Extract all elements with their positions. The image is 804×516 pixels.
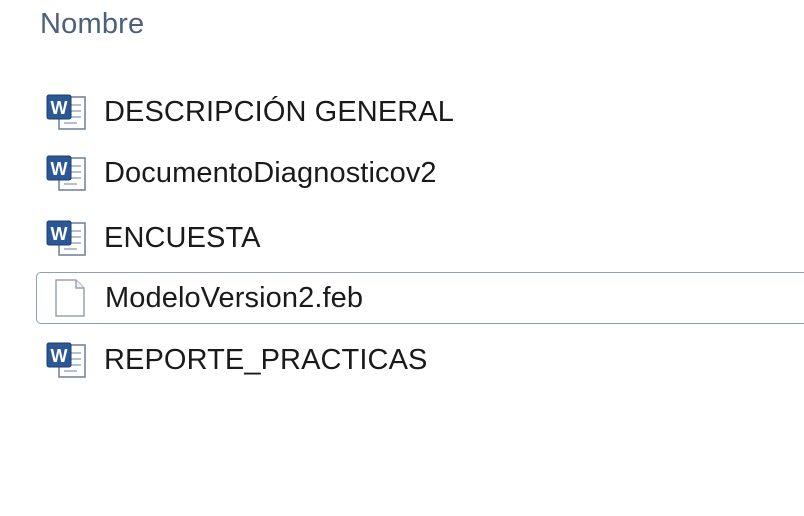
file-row[interactable]: W ENCUESTA (36, 212, 804, 264)
file-row[interactable]: W REPORTE_PRACTICAS (36, 334, 804, 386)
file-name: DocumentoDiagnosticov2 (104, 156, 437, 189)
svg-text:W: W (51, 346, 68, 366)
word-document-icon: W (42, 92, 92, 132)
column-header-label: Nombre (40, 7, 145, 40)
word-document-icon: W (42, 218, 92, 258)
svg-text:W: W (51, 224, 68, 244)
generic-file-icon (43, 278, 93, 318)
svg-text:W: W (51, 159, 68, 179)
file-row-selected[interactable]: ModeloVersion2.feb (36, 272, 804, 324)
file-row[interactable]: W DESCRIPCIÓN GENERAL (36, 86, 804, 138)
word-document-icon: W (42, 153, 92, 193)
column-header-name[interactable]: Nombre (40, 4, 804, 44)
svg-text:W: W (51, 98, 68, 118)
file-name: DESCRIPCIÓN GENERAL (104, 95, 454, 128)
file-explorer-view: Nombre W DESCRIPCIÓN GENERAL W Documento… (0, 0, 804, 516)
file-name: ModeloVersion2.feb (105, 281, 364, 314)
file-name: ENCUESTA (104, 221, 261, 254)
file-row[interactable]: W DocumentoDiagnosticov2 (36, 147, 804, 199)
file-name: REPORTE_PRACTICAS (104, 343, 428, 376)
word-document-icon: W (42, 340, 92, 380)
